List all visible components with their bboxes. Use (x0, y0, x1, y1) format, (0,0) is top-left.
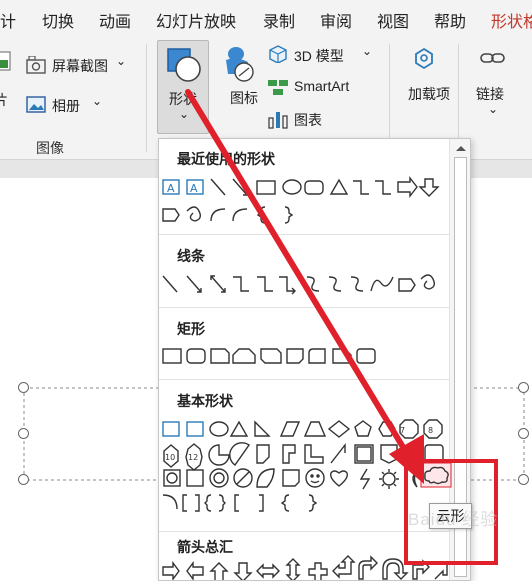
watermark: Baidu 经验 (408, 510, 499, 529)
annotation-arrow (185, 89, 424, 484)
